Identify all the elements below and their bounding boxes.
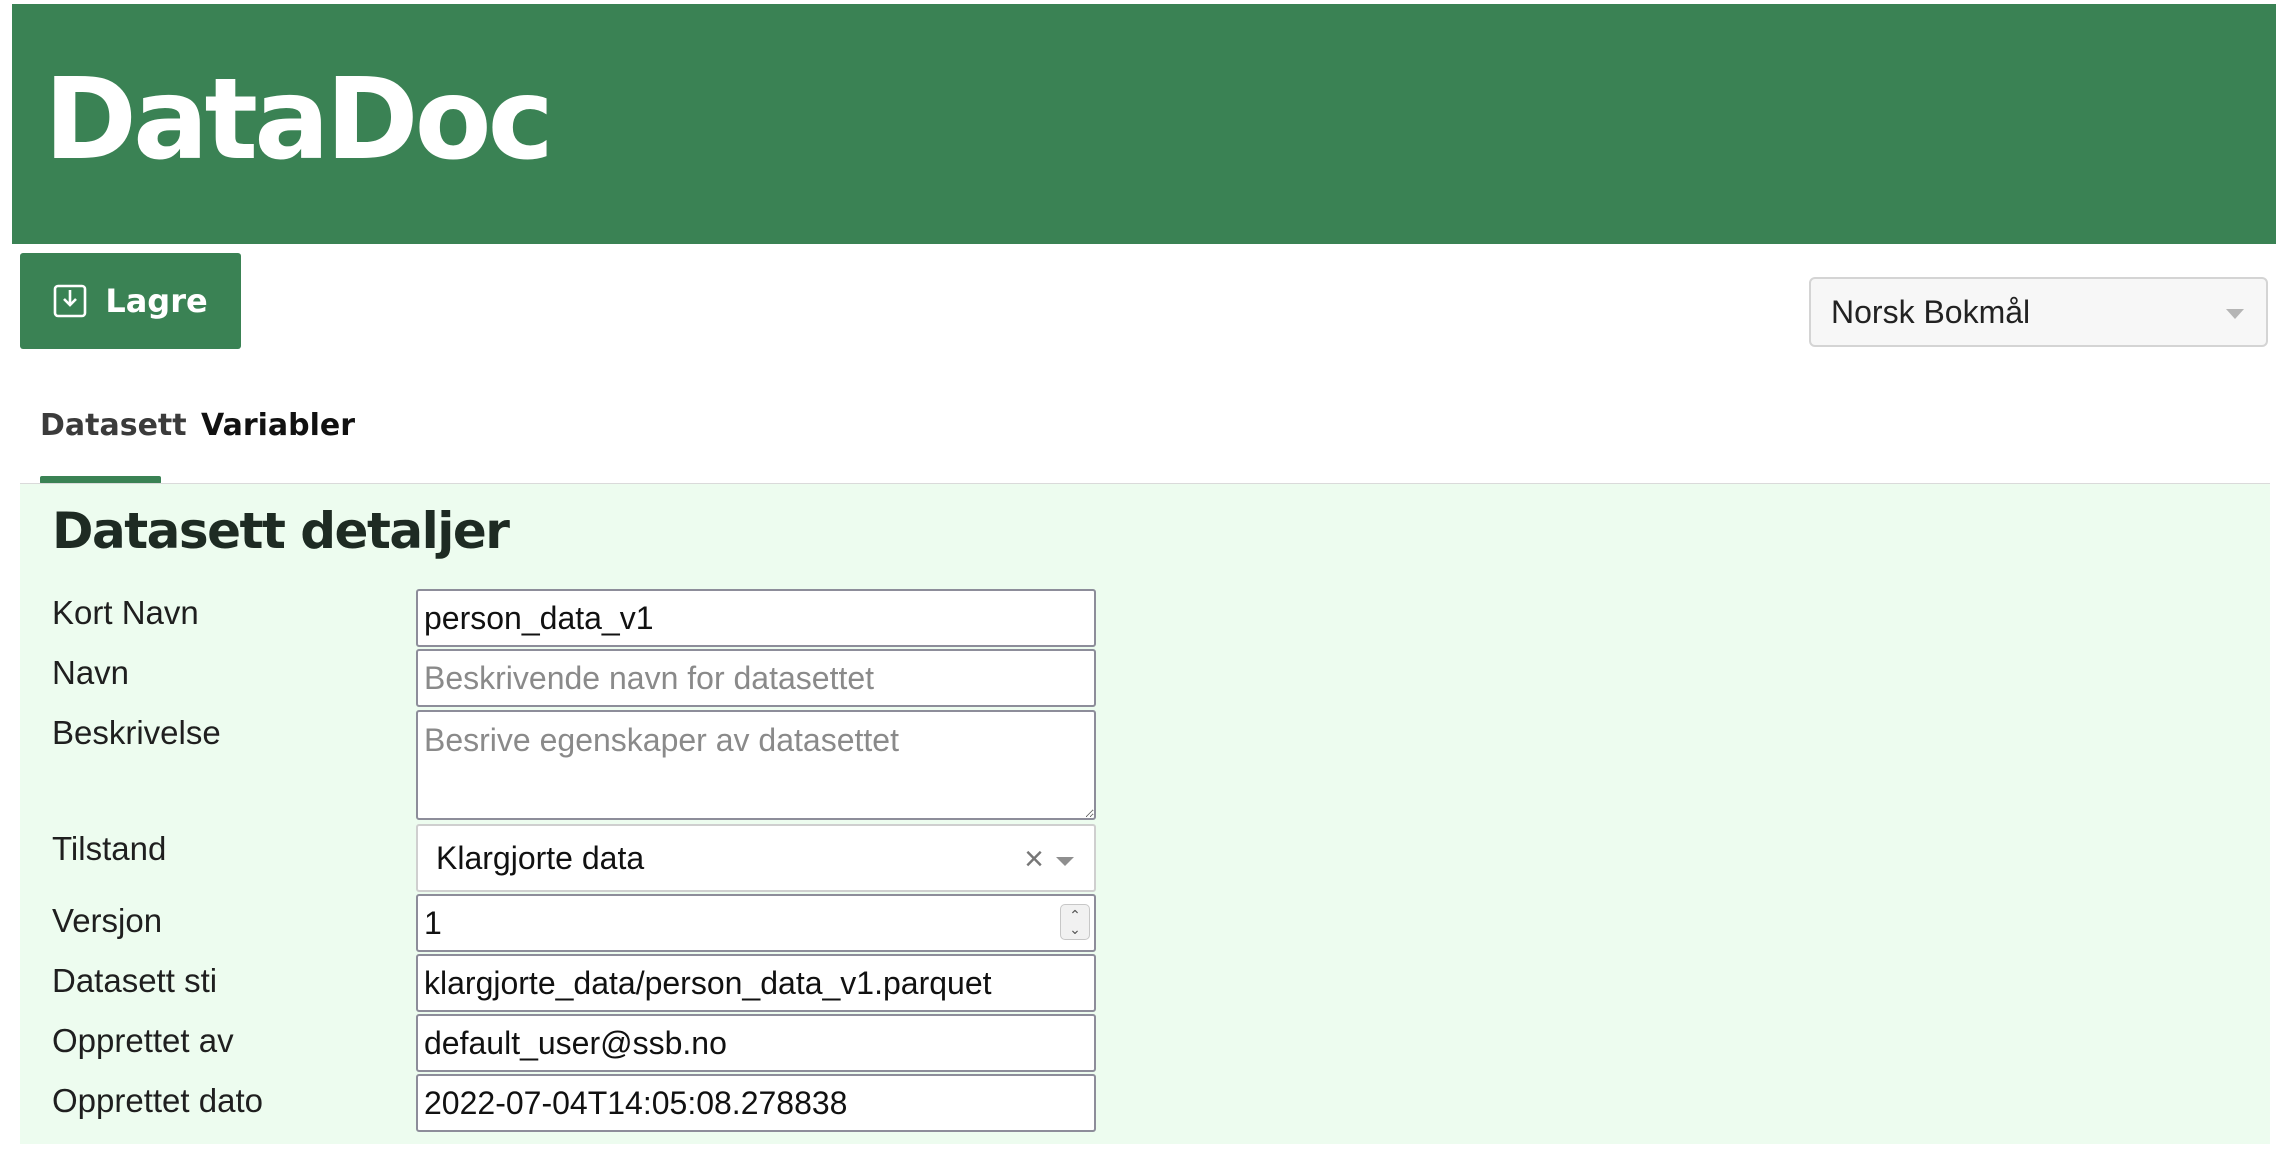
save-icon <box>53 284 87 318</box>
language-select[interactable]: Norsk Bokmål <box>1809 277 2268 347</box>
app-header: DataDoc <box>12 4 2276 244</box>
clear-icon[interactable]: × <box>1024 840 1044 879</box>
version-label: Versjon <box>52 902 163 939</box>
path-label: Datasett sti <box>52 962 218 999</box>
created-by-label: Opprettet av <box>52 1022 234 1059</box>
save-button-label: Lagre <box>105 282 208 320</box>
save-button[interactable]: Lagre <box>20 253 241 349</box>
version-field: ⌃⌄ <box>416 894 1096 952</box>
language-select-value: Norsk Bokmål <box>1831 293 2031 330</box>
state-select-value: Klargjorte data <box>436 839 645 876</box>
created-date-input[interactable] <box>416 1074 1096 1132</box>
tab-variabler[interactable]: Variabler <box>201 408 355 443</box>
name-label: Navn <box>52 654 130 691</box>
stepper-icon[interactable]: ⌃ ⌄ <box>1060 904 1090 940</box>
created-date-label: Opprettet dato <box>52 1082 263 1119</box>
chevron-down-icon[interactable] <box>1056 857 1074 866</box>
short-name-input[interactable] <box>416 589 1096 647</box>
chevron-down-icon <box>2226 309 2244 319</box>
created-by-input[interactable] <box>416 1014 1096 1072</box>
tab-bar: Datasett Variabler <box>20 400 2270 484</box>
name-input[interactable] <box>416 649 1096 707</box>
app-title: DataDoc <box>44 55 554 185</box>
description-label: Beskrivelse <box>52 714 221 751</box>
dataset-details-panel: Datasett detaljer Kort Navn Navn Beskriv… <box>20 484 2270 1144</box>
state-select[interactable]: Klargjorte data × <box>416 824 1096 892</box>
description-textarea[interactable] <box>416 710 1096 820</box>
version-input[interactable] <box>416 894 1096 952</box>
section-title: Datasett detaljer <box>52 502 510 560</box>
dataset-path-input[interactable] <box>416 954 1096 1012</box>
tab-datasett[interactable]: Datasett <box>40 408 187 443</box>
state-label: Tilstand <box>52 830 167 867</box>
short-name-label: Kort Navn <box>52 594 199 631</box>
